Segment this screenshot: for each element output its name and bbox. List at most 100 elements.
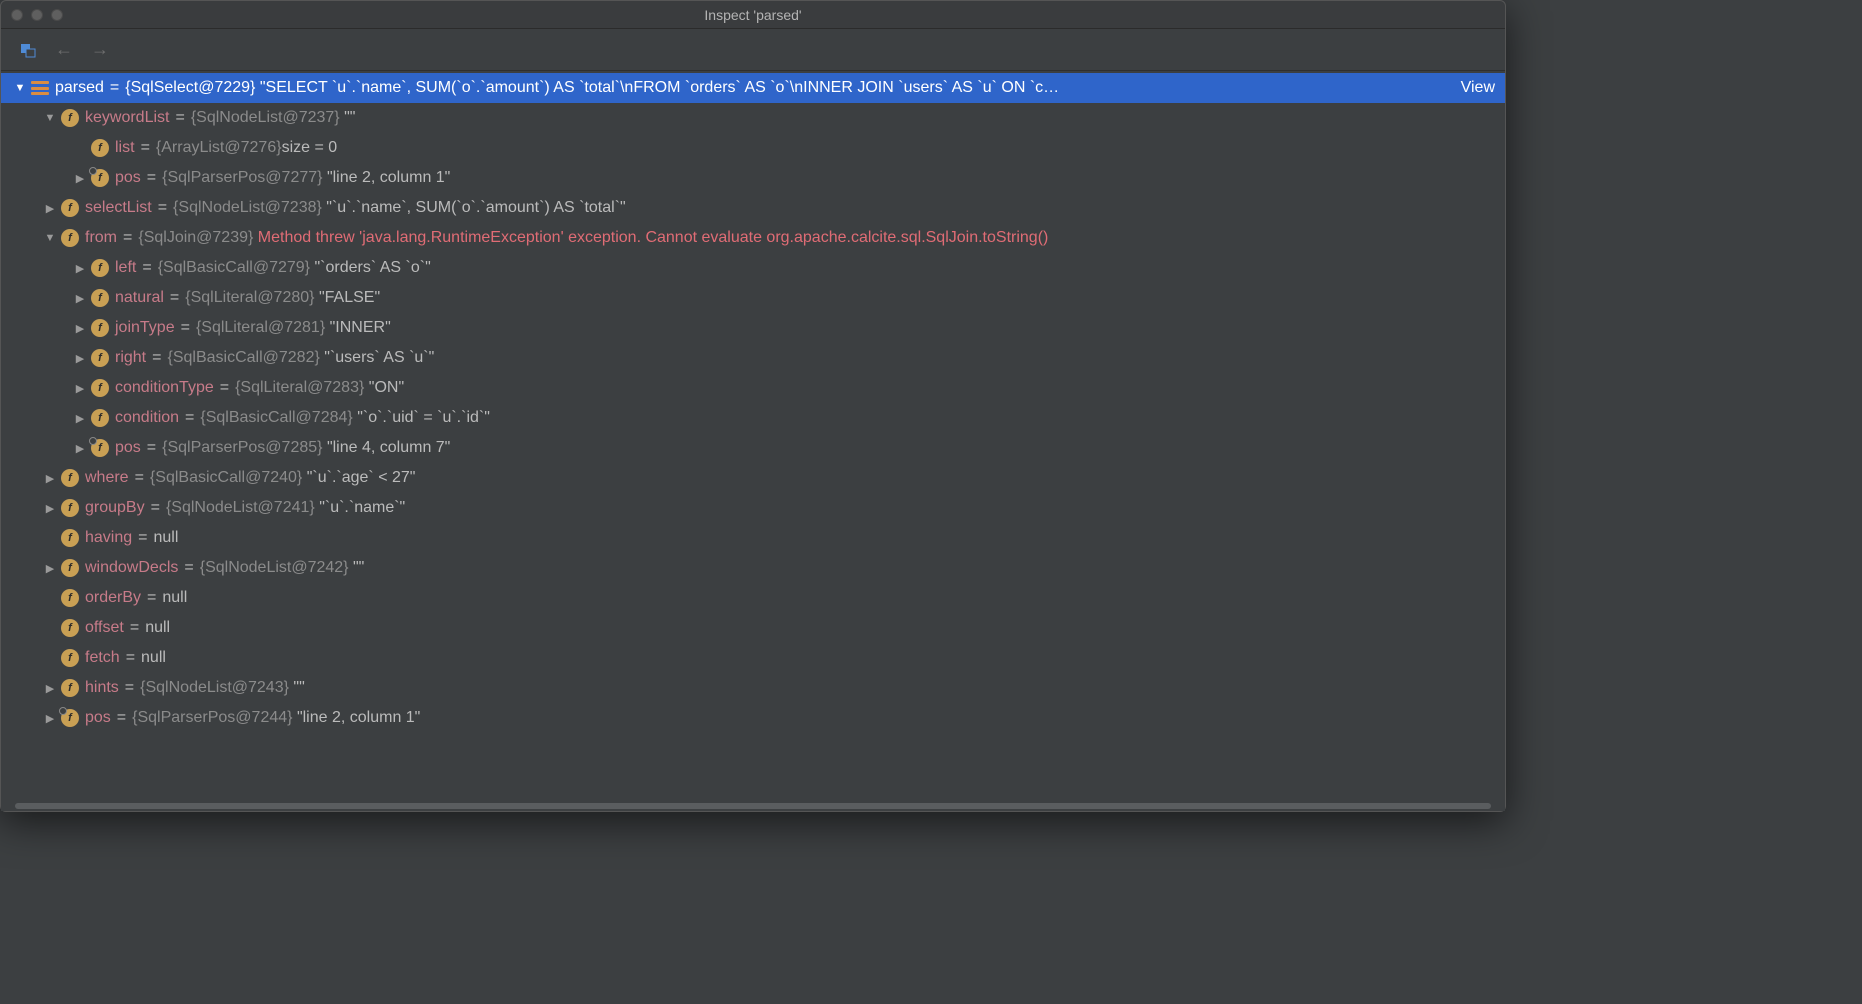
field-name: orderBy — [85, 589, 141, 607]
field-name: pos — [115, 169, 141, 187]
chevron-right-icon[interactable]: ▶ — [73, 262, 87, 275]
object-icon — [31, 81, 49, 95]
chevron-right-icon[interactable]: ▶ — [43, 712, 57, 725]
field-icon: f — [61, 649, 79, 667]
field-name: groupBy — [85, 499, 145, 517]
field-name: condition — [115, 409, 179, 427]
titlebar[interactable]: Inspect 'parsed' — [1, 1, 1505, 29]
field-value: "INNER" — [330, 319, 391, 337]
chevron-right-icon[interactable]: ▶ — [43, 682, 57, 695]
field-type: {SqlLiteral@7283} — [235, 379, 364, 397]
tree-row[interactable]: ▶ f having = null — [1, 523, 1505, 553]
tree-row[interactable]: ▶ f pos = {SqlParserPos@7244} "line 2, c… — [1, 703, 1505, 733]
tree-row[interactable]: ▶ f joinType = {SqlLiteral@7281} "INNER" — [1, 313, 1505, 343]
field-icon: f — [91, 139, 109, 157]
field-value: "line 2, column 1" — [297, 709, 420, 727]
field-type: {SqlNodeList@7238} — [173, 199, 322, 217]
chevron-down-icon[interactable]: ▼ — [43, 232, 57, 244]
tree-row[interactable]: ▶ f hints = {SqlNodeList@7243} "" — [1, 673, 1505, 703]
new-watch-icon[interactable] — [19, 41, 37, 59]
field-icon: f — [61, 709, 79, 727]
field-icon: f — [91, 379, 109, 397]
window-title: Inspect 'parsed' — [1, 7, 1505, 23]
field-value: "ON" — [369, 379, 404, 397]
tree-row[interactable]: ▶ f windowDecls = {SqlNodeList@7242} "" — [1, 553, 1505, 583]
chevron-down-icon[interactable]: ▼ — [43, 112, 57, 124]
horizontal-scrollbar[interactable] — [1, 801, 1505, 811]
tree-row[interactable]: ▶ f right = {SqlBasicCall@7282} "`users`… — [1, 343, 1505, 373]
field-type: {SqlParserPos@7277} — [162, 169, 322, 187]
chevron-right-icon[interactable]: ▶ — [73, 382, 87, 395]
tree-row[interactable]: ▼ f keywordList = {SqlNodeList@7237} "" — [1, 103, 1505, 133]
chevron-right-icon[interactable]: ▶ — [73, 292, 87, 305]
chevron-right-icon[interactable]: ▶ — [43, 202, 57, 215]
field-name: parsed — [55, 79, 104, 97]
field-type: {SqlNodeList@7241} — [166, 499, 315, 517]
tree-row-root[interactable]: ▼ parsed = {SqlSelect@7229} "SELECT `u`.… — [1, 73, 1505, 103]
chevron-right-icon[interactable]: ▶ — [73, 352, 87, 365]
field-type: {SqlNodeList@7243} — [140, 679, 289, 697]
field-name: offset — [85, 619, 124, 637]
tree-row[interactable]: ▶ f fetch = null — [1, 643, 1505, 673]
tree-row[interactable]: ▶ f orderBy = null — [1, 583, 1505, 613]
field-name: pos — [85, 709, 111, 727]
field-icon: f — [61, 589, 79, 607]
field-icon: f — [91, 439, 109, 457]
field-type: {SqlLiteral@7280} — [185, 289, 314, 307]
field-type: {SqlBasicCall@7282} — [167, 349, 319, 367]
field-value: "" — [293, 679, 304, 697]
equals-sign: = — [104, 79, 125, 97]
field-value: "" — [353, 559, 364, 577]
tree-row[interactable]: ▶ f list = {ArrayList@7276} size = 0 — [1, 133, 1505, 163]
field-icon: f — [61, 619, 79, 637]
tree-row[interactable]: ▶ f selectList = {SqlNodeList@7238} "`u`… — [1, 193, 1505, 223]
field-value: null — [162, 589, 187, 607]
field-type: {SqlSelect@7229} — [125, 79, 255, 97]
field-icon: f — [91, 409, 109, 427]
field-icon: f — [91, 259, 109, 277]
chevron-right-icon[interactable]: ▶ — [43, 562, 57, 575]
view-link[interactable]: View — [1441, 79, 1495, 97]
tree-row[interactable]: ▶ f conditionType = {SqlLiteral@7283} "O… — [1, 373, 1505, 403]
back-icon[interactable]: ← — [55, 41, 73, 59]
field-type: {ArrayList@7276} — [156, 139, 282, 157]
field-name: hints — [85, 679, 119, 697]
field-name: left — [115, 259, 136, 277]
field-icon: f — [61, 229, 79, 247]
scrollbar-thumb[interactable] — [15, 803, 1491, 809]
chevron-right-icon[interactable]: ▶ — [43, 502, 57, 515]
field-name: natural — [115, 289, 164, 307]
field-icon: f — [61, 469, 79, 487]
chevron-right-icon[interactable]: ▶ — [73, 322, 87, 335]
tree-row[interactable]: ▶ f condition = {SqlBasicCall@7284} "`o`… — [1, 403, 1505, 433]
tree-row[interactable]: ▼ f from = {SqlJoin@7239} Method threw '… — [1, 223, 1505, 253]
field-icon: f — [61, 109, 79, 127]
chevron-right-icon[interactable]: ▶ — [73, 442, 87, 455]
field-type: {SqlBasicCall@7240} — [150, 469, 302, 487]
field-name: right — [115, 349, 146, 367]
tree-row[interactable]: ▶ f groupBy = {SqlNodeList@7241} "`u`.`n… — [1, 493, 1505, 523]
tree-row[interactable]: ▶ f pos = {SqlParserPos@7277} "line 2, c… — [1, 163, 1505, 193]
field-name: from — [85, 229, 117, 247]
chevron-right-icon[interactable]: ▶ — [73, 412, 87, 425]
tree-row[interactable]: ▶ f natural = {SqlLiteral@7280} "FALSE" — [1, 283, 1505, 313]
tree-row[interactable]: ▶ f pos = {SqlParserPos@7285} "line 4, c… — [1, 433, 1505, 463]
field-name: list — [115, 139, 135, 157]
field-value: "`u`.`name`, SUM(`o`.`amount`) AS `total… — [326, 199, 625, 217]
tree-row[interactable]: ▶ f left = {SqlBasicCall@7279} "`orders`… — [1, 253, 1505, 283]
variable-tree[interactable]: ▼ parsed = {SqlSelect@7229} "SELECT `u`.… — [1, 71, 1505, 801]
chevron-right-icon[interactable]: ▶ — [43, 472, 57, 485]
field-value: null — [154, 529, 179, 547]
field-type: {SqlBasicCall@7284} — [200, 409, 352, 427]
field-value: "" — [344, 109, 355, 127]
tree-row[interactable]: ▶ f offset = null — [1, 613, 1505, 643]
field-type: {SqlBasicCall@7279} — [158, 259, 310, 277]
chevron-right-icon[interactable]: ▶ — [73, 172, 87, 185]
field-value: null — [145, 619, 170, 637]
toolbar: ← → — [1, 29, 1505, 71]
field-name: fetch — [85, 649, 120, 667]
chevron-down-icon[interactable]: ▼ — [13, 82, 27, 94]
forward-icon[interactable]: → — [91, 41, 109, 59]
tree-row[interactable]: ▶ f where = {SqlBasicCall@7240} "`u`.`ag… — [1, 463, 1505, 493]
field-icon: f — [61, 499, 79, 517]
